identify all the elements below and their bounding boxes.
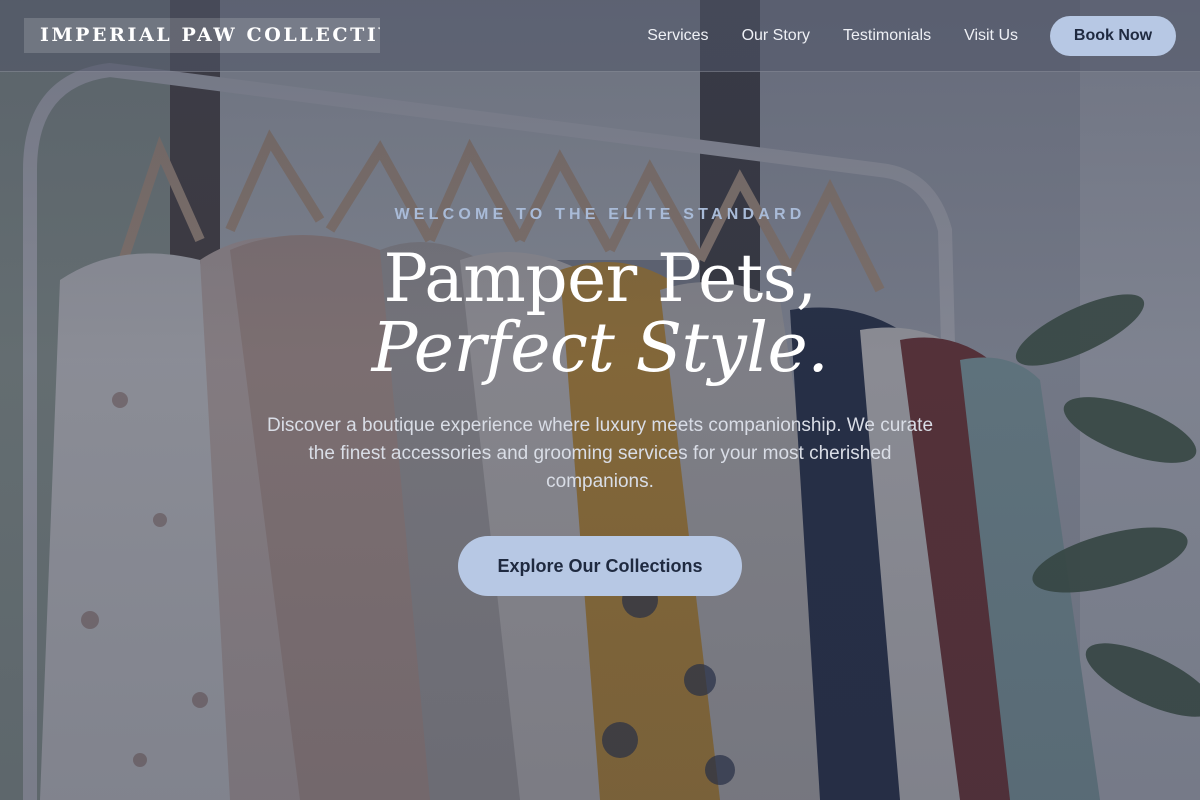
hero-title-line2: Perfect Style.	[371, 309, 829, 388]
hero-overlay	[0, 0, 1200, 800]
explore-collections-button[interactable]: Explore Our Collections	[458, 536, 742, 596]
nav-link-our-story[interactable]: Our Story	[742, 27, 810, 45]
nav-link-services[interactable]: Services	[647, 27, 708, 45]
site-header: IMPERIAL PAW COLLECTIVE Services Our Sto…	[0, 0, 1200, 72]
nav-link-testimonials[interactable]: Testimonials	[843, 27, 931, 45]
book-now-button[interactable]: Book Now	[1050, 16, 1176, 56]
hero-title: Pamper Pets, Perfect Style.	[0, 244, 1200, 384]
brand-logo[interactable]: IMPERIAL PAW COLLECTIVE	[24, 18, 380, 53]
nav-link-visit-us[interactable]: Visit Us	[964, 27, 1018, 45]
hero-eyebrow: WELCOME TO THE ELITE STANDARD	[394, 206, 806, 223]
hero-description: Discover a boutique experience where lux…	[266, 415, 934, 492]
hero-title-line1: Pamper Pets,	[383, 240, 817, 317]
main-nav: Services Our Story Testimonials Visit Us	[647, 0, 1018, 72]
